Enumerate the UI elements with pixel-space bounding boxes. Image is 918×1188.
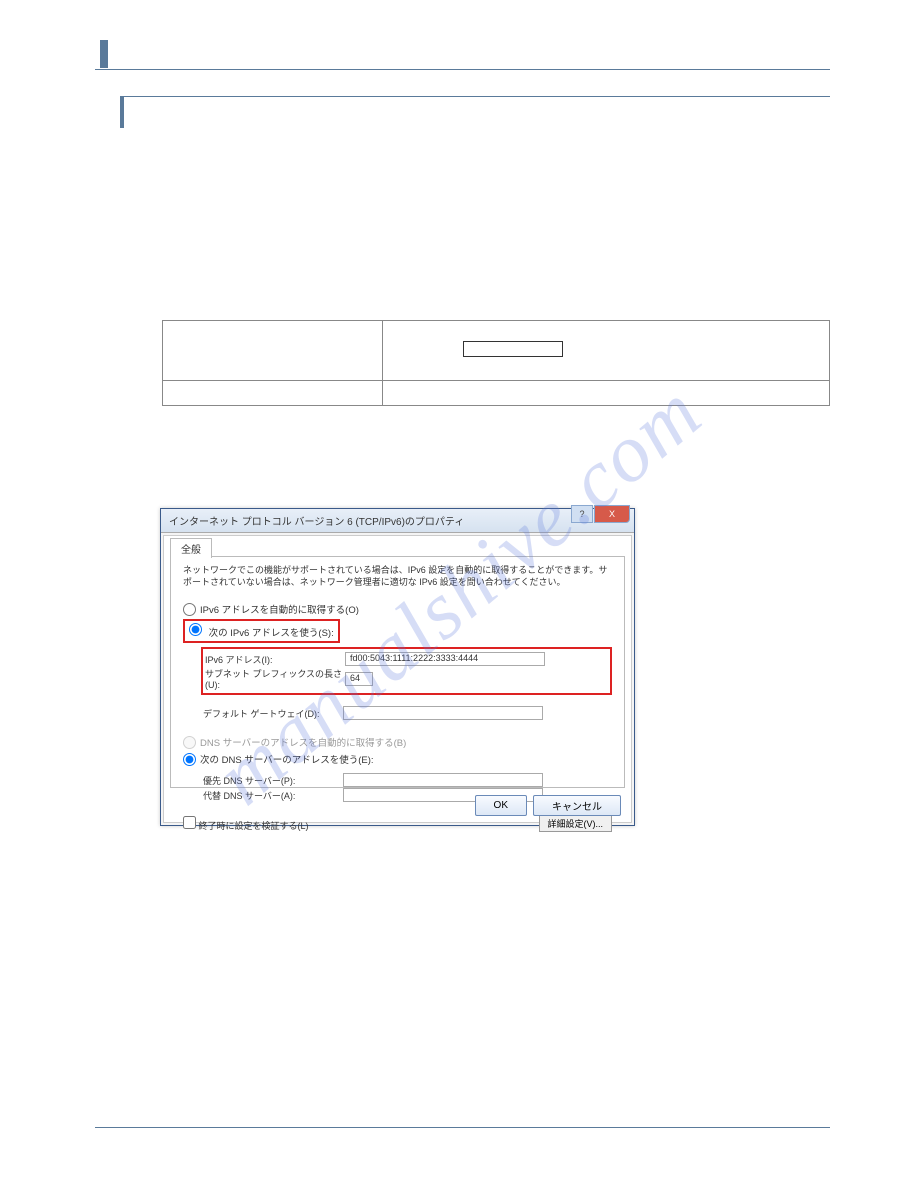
close-button[interactable]: X <box>594 505 630 523</box>
radio-manual-dns[interactable] <box>183 753 196 766</box>
dns1-label: 優先 DNS サーバー(P): <box>203 774 343 787</box>
dialog-window: インターネット プロトコル バージョン 6 (TCP/IPv6)のプロパティ ?… <box>160 508 635 826</box>
advanced-button[interactable]: 詳細設定(V)... <box>539 815 613 832</box>
sub-header-line <box>120 96 830 97</box>
help-button[interactable]: ? <box>571 505 593 523</box>
radio-auto-ip-label: IPv6 アドレスを自動的に取得する(O) <box>200 602 359 616</box>
radio-auto-ip-row[interactable]: IPv6 アドレスを自動的に取得する(O) <box>183 602 612 616</box>
help-icon: ? <box>579 509 584 519</box>
ipv6-address-label: IPv6 アドレス(I): <box>205 653 345 666</box>
radio-auto-dns-label: DNS サーバーのアドレスを自動的に取得する(B) <box>200 735 406 749</box>
ip-value-box <box>463 341 563 357</box>
dialog-body: 全般 ネットワークでこの機能がサポートされている場合は、IPv6 設定を自動的に… <box>163 535 632 823</box>
header-accent <box>100 40 108 68</box>
page-footer-line <box>95 1127 830 1128</box>
settings-table <box>162 320 830 406</box>
sub-header-accent <box>120 96 124 128</box>
dialog-titlebar: インターネット プロトコル バージョン 6 (TCP/IPv6)のプロパティ ?… <box>161 509 634 533</box>
dialog-footer: OK キャンセル <box>475 795 621 816</box>
tab-panel: ネットワークでこの機能がサポートされている場合は、IPv6 設定を自動的に取得す… <box>170 556 625 788</box>
tab-general[interactable]: 全般 <box>170 538 212 558</box>
ip-fields-highlight: IPv6 アドレス(I): fd00:5043:1111:2222:3333:4… <box>201 647 612 695</box>
dialog-description: ネットワークでこの機能がサポートされている場合は、IPv6 設定を自動的に取得す… <box>183 565 612 588</box>
radio-auto-dns-row: DNS サーバーのアドレスを自動的に取得する(B) <box>183 735 612 749</box>
dialog-title: インターネット プロトコル バージョン 6 (TCP/IPv6)のプロパティ <box>169 517 464 528</box>
validate-row: 終了時に設定を検証する(L) 詳細設定(V)... <box>183 815 612 832</box>
dns1-input[interactable] <box>343 773 543 787</box>
table-row <box>163 321 830 381</box>
dns2-label: 代替 DNS サーバー(A): <box>203 789 343 802</box>
ipv6-address-input[interactable]: fd00:5043:1111:2222:3333:4444 <box>345 652 545 666</box>
gateway-label: デフォルト ゲートウェイ(D): <box>203 707 343 720</box>
ipv6-address-row: IPv6 アドレス(I): fd00:5043:1111:2222:3333:4… <box>205 652 608 666</box>
prefix-row: サブネット プレフィックスの長さ(U): 64 <box>205 667 608 690</box>
close-icon: X <box>609 509 615 519</box>
radio-auto-ip[interactable] <box>183 603 196 616</box>
gateway-row: デフォルト ゲートウェイ(D): <box>203 706 610 720</box>
ok-button[interactable]: OK <box>475 795 527 816</box>
prefix-label: サブネット プレフィックスの長さ(U): <box>205 667 345 690</box>
radio-manual-ip-label: 次の IPv6 アドレスを使う(S): <box>209 628 334 639</box>
radio-manual-dns-row[interactable]: 次の DNS サーバーのアドレスを使う(E): <box>183 752 612 766</box>
validate-checkbox[interactable] <box>183 816 196 829</box>
table-cell-value <box>383 381 830 406</box>
radio-auto-dns <box>183 736 196 749</box>
table-cell-value <box>383 321 830 381</box>
gateway-fields: デフォルト ゲートウェイ(D): <box>201 703 612 723</box>
table-cell-label <box>163 321 383 381</box>
cancel-button[interactable]: キャンセル <box>533 795 621 816</box>
dns1-row: 優先 DNS サーバー(P): <box>203 773 610 787</box>
radio-manual-ip-row[interactable]: 次の IPv6 アドレスを使う(S): <box>183 619 612 643</box>
prefix-input[interactable]: 64 <box>345 672 373 686</box>
gateway-input[interactable] <box>343 706 543 720</box>
validate-label: 終了時に設定を検証する(L) <box>199 821 309 831</box>
page-header <box>95 40 830 70</box>
radio-manual-dns-label: 次の DNS サーバーのアドレスを使う(E): <box>200 752 374 766</box>
highlight-manual-ip: 次の IPv6 アドレスを使う(S): <box>183 619 340 643</box>
table-row <box>163 381 830 406</box>
radio-manual-ip[interactable] <box>189 623 202 636</box>
table-cell-label <box>163 381 383 406</box>
